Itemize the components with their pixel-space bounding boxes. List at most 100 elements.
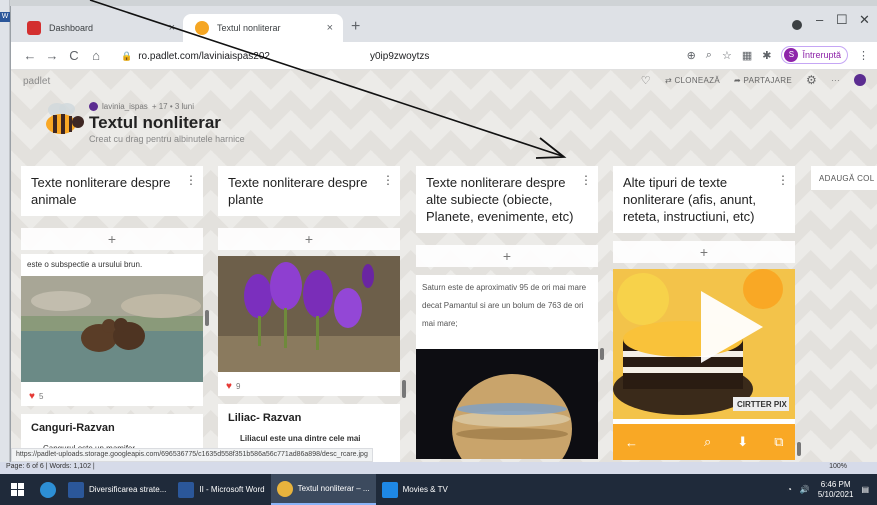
tab-title: Textul nonliterar <box>217 23 281 33</box>
taskbar-movies[interactable]: Movies & TV <box>376 474 454 505</box>
back-arrow-icon[interactable]: ← <box>625 435 638 450</box>
open-external-icon[interactable]: ⧉ <box>774 434 783 450</box>
padlet-favicon-icon <box>195 21 209 35</box>
clock-date: 5/10/2021 <box>817 489 854 499</box>
clone-button[interactable]: ⇄ CLONEAZĂ <box>665 76 720 85</box>
profile-avatar: S <box>784 48 799 62</box>
column-scrollbar[interactable] <box>600 348 604 360</box>
browser-window: Dashboard × Textul nonliterar × + – ☐ ✕ … <box>10 6 877 462</box>
clock-time: 6:46 PM <box>820 479 851 489</box>
new-tab-button[interactable]: + <box>351 18 360 36</box>
download-icon[interactable]: ⬇ <box>737 434 748 450</box>
author-meta: + 17 • 3 luni <box>151 102 194 111</box>
video-watermark: CIRTTER PIX <box>737 400 787 409</box>
column-menu-icon[interactable]: ⋮ <box>777 172 789 189</box>
tab-dashboard[interactable]: Dashboard × <box>15 14 185 42</box>
bee-icon <box>46 103 84 134</box>
zoom-icon[interactable]: ⌕ <box>706 49 712 62</box>
column-title: Texte nonliterare despre animale <box>31 175 171 207</box>
share-button[interactable]: ➦ PARTAJARE <box>734 76 792 85</box>
add-post-button[interactable]: + <box>21 228 203 250</box>
edge-icon <box>40 481 56 498</box>
close-tab-icon[interactable]: × <box>327 22 333 34</box>
media-indicator-icon[interactable] <box>792 20 802 30</box>
column-menu-icon[interactable]: ⋮ <box>185 172 197 189</box>
taskbar-word-1[interactable]: Diversificarea strate... <box>62 474 172 505</box>
word-status-bar: Page: 6 of 6 | Words: 1,102 | 100% <box>0 462 877 474</box>
post-video-recipe[interactable]: CIRTTER PIX ← ⌕ ⬇ ⧉ <box>613 269 795 460</box>
add-post-button[interactable]: + <box>416 245 598 267</box>
clone-label: CLONEAZĂ <box>674 75 720 85</box>
browser-toolbar: ← → C ⌂ 🔒 ro.padlet.com/laviniaispas202 y… <box>11 42 877 70</box>
movies-icon <box>381 481 398 498</box>
crocus-image <box>218 256 400 372</box>
post-crocus[interactable]: ♥ 9 <box>218 256 400 396</box>
bear-image <box>21 276 203 382</box>
add-column-button[interactable]: ADAUGĂ COL <box>811 166 877 190</box>
heart-icon[interactable]: ♡ <box>641 74 651 87</box>
heart-icon[interactable]: ♥ <box>226 381 232 392</box>
menu-kebab-icon[interactable]: ⋮ <box>858 49 869 62</box>
column-scrollbar[interactable] <box>402 380 406 398</box>
minimize-button[interactable]: – <box>816 12 823 27</box>
zoom-icon[interactable]: ⌕ <box>704 434 711 450</box>
column-menu-icon[interactable]: ⋮ <box>580 172 592 189</box>
bookmark-star-icon[interactable]: ☆ <box>722 49 732 62</box>
word-window-edge: W <box>0 0 10 470</box>
home-icon[interactable]: ⌂ <box>85 48 107 63</box>
column-scrollbar[interactable] <box>797 442 801 456</box>
page-subtitle: Creat cu drag pentru albinutele harnice <box>89 134 245 144</box>
word-zoom[interactable]: 100% <box>829 463 847 470</box>
windows-icon <box>10 483 24 496</box>
puzzle-icon[interactable]: ✱ <box>762 49 771 62</box>
column-title: Texte nonliterare despre alte subiecte (… <box>426 175 574 224</box>
column-other-types: Alte tipuri de texte nonliterare (afis, … <box>613 166 795 460</box>
post-bear[interactable]: este o subspectie a ursului brun. ♥ 5 <box>21 254 203 406</box>
column-header: Texte nonliterare despre plante ⋮ <box>218 166 400 216</box>
taskbar-edge[interactable] <box>34 474 62 505</box>
tab-padlet[interactable]: Textul nonliterar × <box>183 14 343 42</box>
close-tab-icon[interactable]: × <box>169 22 175 34</box>
word-icon <box>68 481 84 498</box>
back-icon[interactable]: ← <box>19 48 41 63</box>
taskbar-label: II - Microsoft Word <box>199 485 265 494</box>
notifications-icon[interactable]: ▤ <box>861 485 869 494</box>
lock-icon: 🔒 <box>121 50 133 61</box>
settings-gear-icon[interactable]: ⚙ <box>806 73 817 87</box>
install-icon[interactable]: ⊕ <box>687 49 696 62</box>
profile-button[interactable]: S Întreruptă <box>781 46 848 64</box>
heart-icon[interactable]: ♥ <box>29 391 35 402</box>
author-name[interactable]: lavinia_ispas <box>102 102 148 111</box>
forward-icon[interactable]: → <box>41 48 63 63</box>
cake-video-thumbnail: CIRTTER PIX <box>613 269 795 419</box>
system-tray: ◔ 🔊 6:46 PM 5/10/2021 ▤ <box>787 474 869 505</box>
share-label: PARTAJARE <box>743 75 793 85</box>
post-likes: ♥ 9 <box>218 377 400 396</box>
column-scrollbar[interactable] <box>205 310 209 326</box>
reload-icon[interactable]: C <box>63 48 85 63</box>
column-other-subjects: Texte nonliterare despre alte subiecte (… <box>416 166 598 459</box>
taskbar-word-2[interactable]: II - Microsoft Word <box>172 474 270 505</box>
network-icon[interactable]: ◔ <box>787 485 792 494</box>
clock[interactable]: 6:46 PM 5/10/2021 <box>818 480 854 500</box>
user-avatar[interactable] <box>854 74 866 86</box>
dashboard-favicon-icon <box>27 21 41 35</box>
word-page-count: Page: 6 of 6 | Words: 1,102 | <box>6 463 95 470</box>
close-window-button[interactable]: ✕ <box>859 12 870 28</box>
column-menu-icon[interactable]: ⋮ <box>382 172 394 189</box>
add-post-button[interactable]: + <box>218 228 400 250</box>
add-post-button[interactable]: + <box>613 241 795 263</box>
word-icon: W <box>0 12 10 22</box>
maximize-button[interactable]: ☐ <box>836 12 848 28</box>
padlet-logo[interactable]: padlet <box>23 76 50 87</box>
more-icon[interactable]: ··· <box>831 76 840 85</box>
taskbar-label: Textul nonliterar – ... <box>297 484 370 493</box>
word-icon <box>178 481 195 498</box>
volume-icon[interactable]: 🔊 <box>800 485 810 494</box>
url-text: ro.padlet.com/laviniaispas202 <box>138 50 270 62</box>
extension-icon[interactable]: ▦ <box>742 49 752 62</box>
address-bar[interactable]: 🔒 ro.padlet.com/laviniaispas202 y0ip9zwoy… <box>111 45 731 67</box>
taskbar-chrome[interactable]: Textul nonliterar – ... <box>270 474 376 505</box>
start-button[interactable] <box>0 474 34 505</box>
post-saturn[interactable]: Saturn este de aproximativ 95 de ori mai… <box>416 275 598 459</box>
